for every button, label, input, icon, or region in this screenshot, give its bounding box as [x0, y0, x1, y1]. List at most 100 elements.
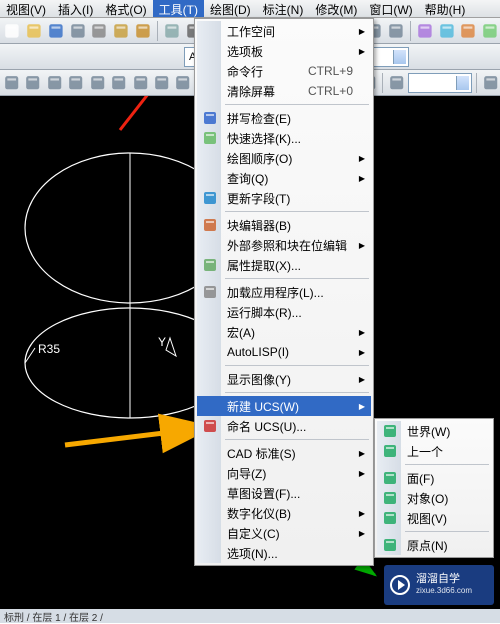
cut-button[interactable]: [89, 20, 109, 42]
menu-item-label: 草图设置(F)...: [227, 485, 300, 502]
prev-icon: [381, 442, 399, 460]
new-doc-button[interactable]: [2, 20, 22, 42]
tools-item[interactable]: CAD 标准(S)▶: [197, 443, 371, 463]
tools-item[interactable]: 宏(A)▶: [197, 322, 371, 342]
menu-帮助[interactable]: 帮助(H): [419, 0, 472, 17]
menu-窗口[interactable]: 窗口(W): [363, 0, 418, 17]
hatch-button[interactable]: [131, 72, 150, 94]
paste-button[interactable]: [133, 20, 153, 42]
ucs-item[interactable]: 对象(O): [377, 488, 491, 508]
tools-item[interactable]: 运行脚本(R)...: [197, 302, 371, 322]
load-icon: [201, 283, 219, 301]
cloud-button[interactable]: [162, 20, 182, 42]
tools-item[interactable]: 向导(Z)▶: [197, 463, 371, 483]
menu-item-label: 面(F): [407, 470, 434, 487]
menu-item-label: 选项(N)...: [227, 545, 278, 562]
layers-button[interactable]: [437, 20, 457, 42]
submenu-arrow-icon: ▶: [359, 529, 365, 538]
copy-button[interactable]: [111, 20, 131, 42]
tools-item[interactable]: 选项(N)...: [197, 543, 371, 563]
tools-item[interactable]: 绘图顺序(O)▶: [197, 148, 371, 168]
blank-button[interactable]: [68, 20, 88, 42]
paint-button[interactable]: [458, 20, 478, 42]
tools-item[interactable]: 命令行CTRL+9: [197, 61, 371, 81]
play-icon: [390, 575, 410, 595]
watermark-title: 溜溜自学: [416, 573, 472, 585]
menu-item-label: AutoLISP(I): [227, 345, 289, 359]
menu-item-label: 运行脚本(R)...: [227, 304, 302, 321]
svg-text:Y: Y: [158, 335, 166, 349]
tools-item[interactable]: 自定义(C)▶: [197, 523, 371, 543]
measure-button[interactable]: [481, 72, 500, 94]
origin-icon: [381, 536, 399, 554]
ucs-item[interactable]: 原点(N): [377, 535, 491, 555]
menu-标注[interactable]: 标注(N): [257, 0, 310, 17]
fillet-button[interactable]: [173, 72, 192, 94]
tools-item[interactable]: 草图设置(F)...: [197, 483, 371, 503]
ucs-icon-button[interactable]: [387, 72, 406, 94]
shortcut: CTRL+0: [308, 84, 353, 98]
menu-视图[interactable]: 视图(V): [0, 0, 52, 17]
circle-button[interactable]: [23, 72, 42, 94]
tools-item[interactable]: 选项板▶: [197, 41, 371, 61]
menu-item-label: 新建 UCS(W): [227, 398, 299, 415]
menu-item-label: 对象(O): [407, 490, 448, 507]
ucs-item[interactable]: 世界(W): [377, 421, 491, 441]
submenu-arrow-icon: ▶: [359, 402, 365, 411]
tools-item[interactable]: 显示图像(Y)▶: [197, 369, 371, 389]
svg-text:R35: R35: [38, 342, 60, 356]
submenu-arrow-icon: ▶: [359, 328, 365, 337]
ellipse-button[interactable]: [152, 72, 171, 94]
tools-item[interactable]: AutoLISP(I)▶: [197, 342, 371, 362]
tools-item[interactable]: 属性提取(X)...: [197, 255, 371, 275]
abc-icon: [201, 109, 219, 127]
menu-item-label: 绘图顺序(O): [227, 150, 292, 167]
line-button[interactable]: [2, 72, 21, 94]
tools-menu: 工作空间▶选项板▶命令行CTRL+9清除屏幕CTRL+0拼写检查(E)快速选择(…: [194, 18, 374, 566]
xref-button[interactable]: [480, 20, 500, 42]
menu-item-label: 更新字段(T): [227, 190, 290, 207]
tools-item[interactable]: 拼写检查(E): [197, 108, 371, 128]
ucs-item[interactable]: 上一个: [377, 441, 491, 461]
tools-item[interactable]: 命名 UCS(U)...: [197, 416, 371, 436]
shortcut: CTRL+9: [308, 64, 353, 78]
tools-item[interactable]: 工作空间▶: [197, 21, 371, 41]
menubar: 视图(V)插入(I)格式(O)工具(T)绘图(D)标注(N)修改(M)窗口(W)…: [0, 0, 500, 18]
tools-item[interactable]: 清除屏幕CTRL+0: [197, 81, 371, 101]
save-button[interactable]: [46, 20, 66, 42]
menu-item-label: 命名 UCS(U)...: [227, 418, 306, 435]
menu-插入[interactable]: 插入(I): [52, 0, 99, 17]
tools-item[interactable]: 查询(Q)▶: [197, 168, 371, 188]
submenu-arrow-icon: ▶: [359, 469, 365, 478]
poly-button[interactable]: [109, 72, 128, 94]
menu-绘图[interactable]: 绘图(D): [204, 0, 257, 17]
tools-item[interactable]: 快速选择(K)...: [197, 128, 371, 148]
tools-item[interactable]: 新建 UCS(W) ▶: [197, 396, 371, 416]
submenu-arrow-icon: ▶: [359, 174, 365, 183]
menu-item-label: 外部参照和块在位编辑: [227, 237, 347, 254]
tools-item[interactable]: 加载应用程序(L)...: [197, 282, 371, 302]
tools-item[interactable]: 块编辑器(B): [197, 215, 371, 235]
menu-修改[interactable]: 修改(M): [309, 0, 363, 17]
rect-button[interactable]: [66, 72, 85, 94]
ucs-item[interactable]: 视图(V): [377, 508, 491, 528]
menu-工具[interactable]: 工具(T): [153, 0, 204, 17]
spline-button[interactable]: [88, 72, 107, 94]
tools-item[interactable]: 数字化仪(B)▶: [197, 503, 371, 523]
tools-item[interactable]: 外部参照和块在位编辑▶: [197, 235, 371, 255]
sel-icon: [201, 129, 219, 147]
open-button[interactable]: [24, 20, 44, 42]
arc-button[interactable]: [45, 72, 64, 94]
menu-item-label: 选项板: [227, 43, 263, 60]
ucs-icon: [201, 417, 219, 435]
block-icon: [201, 216, 219, 234]
menu-item-label: 数字化仪(B): [227, 505, 291, 522]
face-icon: [381, 469, 399, 487]
combo-empty2[interactable]: [408, 73, 472, 93]
palette-button[interactable]: [415, 20, 435, 42]
ucs-item[interactable]: 面(F): [377, 468, 491, 488]
menu-格式[interactable]: 格式(O): [99, 0, 152, 17]
dim2-button[interactable]: [386, 20, 406, 42]
menu-item-label: 块编辑器(B): [227, 217, 291, 234]
tools-item[interactable]: 更新字段(T): [197, 188, 371, 208]
